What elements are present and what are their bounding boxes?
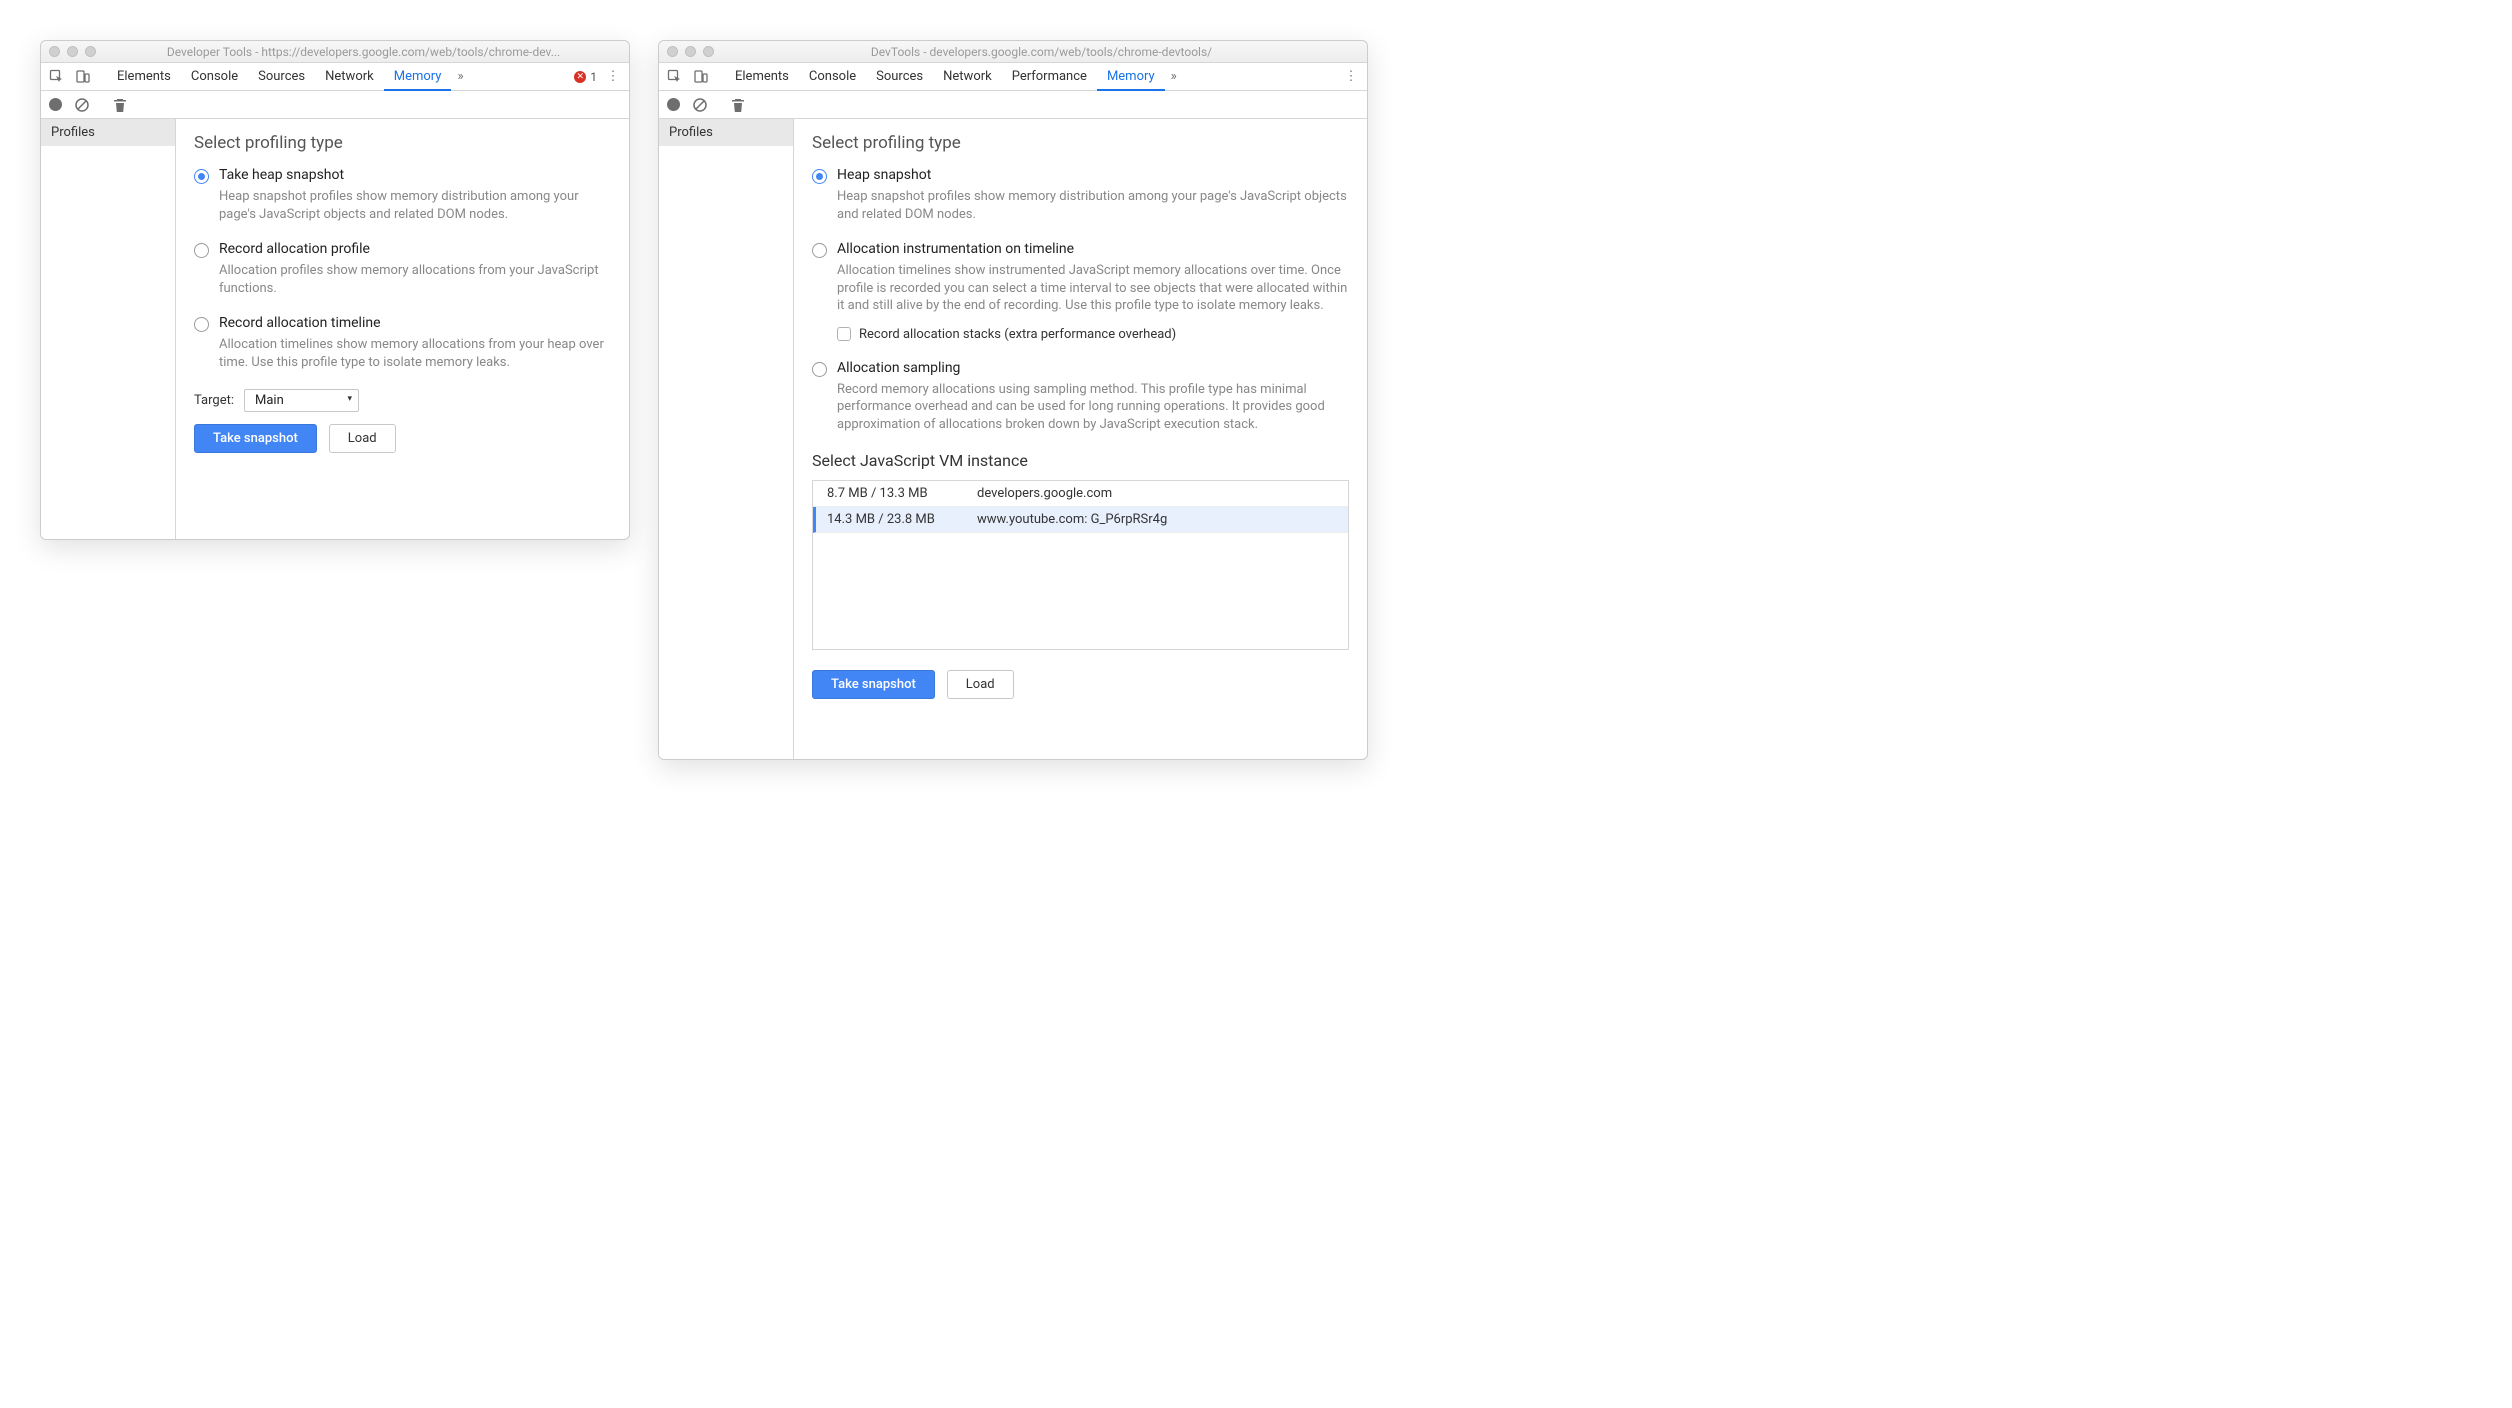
settings-menu-icon[interactable]: ⋮ xyxy=(603,69,623,84)
error-icon: ✕ xyxy=(574,71,586,83)
section-heading: Select profiling type xyxy=(194,133,611,153)
option-title: Heap snapshot xyxy=(837,167,931,183)
memory-toolbar xyxy=(41,91,629,119)
record-icon[interactable] xyxy=(667,98,680,111)
option-desc: Heap snapshot profiles show memory distr… xyxy=(219,188,611,223)
window-controls xyxy=(667,46,714,57)
tab-network[interactable]: Network xyxy=(933,63,1002,91)
radio-icon[interactable] xyxy=(812,362,827,377)
option-desc: Allocation profiles show memory allocati… xyxy=(219,262,611,297)
tab-console[interactable]: Console xyxy=(181,63,248,91)
zoom-dot[interactable] xyxy=(85,46,96,57)
tab-network[interactable]: Network xyxy=(315,63,384,91)
target-select[interactable]: Main xyxy=(244,389,359,412)
panel-tabs: Elements Console Sources Network Memory … xyxy=(41,63,629,91)
record-stacks-checkbox[interactable]: Record allocation stacks (extra performa… xyxy=(837,327,1349,342)
settings-menu-icon[interactable]: ⋮ xyxy=(1341,69,1361,84)
option-desc: Heap snapshot profiles show memory distr… xyxy=(837,188,1349,223)
device-icon[interactable] xyxy=(73,67,93,87)
minimize-dot[interactable] xyxy=(67,46,78,57)
radio-icon[interactable] xyxy=(812,243,827,258)
option-desc: Record memory allocations using sampling… xyxy=(837,381,1349,434)
sidebar: Profiles xyxy=(659,119,794,759)
take-snapshot-button[interactable]: Take snapshot xyxy=(194,424,317,453)
checkbox-icon[interactable] xyxy=(837,327,851,341)
radio-icon[interactable] xyxy=(194,243,209,258)
tab-list: Elements Console Sources Network Memory … xyxy=(107,63,568,91)
error-badge[interactable]: ✕ 1 xyxy=(574,70,597,84)
inspect-icon[interactable] xyxy=(47,67,67,87)
option-heap-snapshot[interactable]: Take heap snapshot Heap snapshot profile… xyxy=(194,167,611,223)
panel-tabs: Elements Console Sources Network Perform… xyxy=(659,63,1367,91)
close-dot[interactable] xyxy=(667,46,678,57)
close-dot[interactable] xyxy=(49,46,60,57)
vm-size: 8.7 MB / 13.3 MB xyxy=(827,486,977,501)
option-heap-snapshot[interactable]: Heap snapshot Heap snapshot profiles sho… xyxy=(812,167,1349,223)
device-icon[interactable] xyxy=(691,67,711,87)
sidebar-item-profiles[interactable]: Profiles xyxy=(41,119,175,146)
error-count: 1 xyxy=(590,70,597,84)
option-allocation-timeline[interactable]: Record allocation timeline Allocation ti… xyxy=(194,315,611,371)
option-desc: Allocation timelines show memory allocat… xyxy=(219,336,611,371)
main-panel: Select profiling type Take heap snapshot… xyxy=(176,119,629,539)
take-snapshot-button[interactable]: Take snapshot xyxy=(812,670,935,699)
tab-sources[interactable]: Sources xyxy=(866,63,933,91)
tab-elements[interactable]: Elements xyxy=(725,63,799,91)
tab-elements[interactable]: Elements xyxy=(107,63,181,91)
tab-memory[interactable]: Memory xyxy=(1097,63,1165,91)
radio-icon[interactable] xyxy=(812,169,827,184)
option-title: Allocation instrumentation on timeline xyxy=(837,241,1074,257)
sidebar-item-profiles[interactable]: Profiles xyxy=(659,119,793,146)
trash-icon[interactable] xyxy=(110,95,130,115)
option-title: Allocation sampling xyxy=(837,360,960,376)
window-title: DevTools - developers.google.com/web/too… xyxy=(724,45,1359,59)
tab-console[interactable]: Console xyxy=(799,63,866,91)
option-title: Record allocation timeline xyxy=(219,315,381,331)
option-desc: Allocation timelines show instrumented J… xyxy=(837,262,1349,315)
option-title: Take heap snapshot xyxy=(219,167,344,183)
devtools-window-right: DevTools - developers.google.com/web/too… xyxy=(658,40,1368,760)
vm-size: 14.3 MB / 23.8 MB xyxy=(827,512,977,527)
vm-name: www.youtube.com: G_P6rpRSr4g xyxy=(977,512,1167,527)
option-title: Record allocation profile xyxy=(219,241,370,257)
titlebar: Developer Tools - https://developers.goo… xyxy=(41,41,629,63)
sidebar: Profiles xyxy=(41,119,176,539)
zoom-dot[interactable] xyxy=(703,46,714,57)
window-controls xyxy=(49,46,96,57)
tab-memory[interactable]: Memory xyxy=(384,63,452,91)
window-title: Developer Tools - https://developers.goo… xyxy=(106,45,621,59)
titlebar: DevTools - developers.google.com/web/too… xyxy=(659,41,1367,63)
option-allocation-profile[interactable]: Record allocation profile Allocation pro… xyxy=(194,241,611,297)
vm-name: developers.google.com xyxy=(977,486,1112,501)
more-tabs-icon[interactable]: » xyxy=(451,67,469,87)
clear-icon[interactable] xyxy=(72,95,92,115)
main-panel: Select profiling type Heap snapshot Heap… xyxy=(794,119,1367,759)
record-icon[interactable] xyxy=(49,98,62,111)
checkbox-label: Record allocation stacks (extra performa… xyxy=(859,327,1176,342)
target-label: Target: xyxy=(194,393,234,408)
option-allocation-timeline[interactable]: Allocation instrumentation on timeline A… xyxy=(812,241,1349,342)
vm-instance-list: 8.7 MB / 13.3 MB developers.google.com 1… xyxy=(812,480,1349,650)
section-heading: Select profiling type xyxy=(812,133,1349,153)
inspect-icon[interactable] xyxy=(665,67,685,87)
vm-row[interactable]: 8.7 MB / 13.3 MB developers.google.com xyxy=(813,481,1348,507)
tab-sources[interactable]: Sources xyxy=(248,63,315,91)
tab-performance[interactable]: Performance xyxy=(1002,63,1097,91)
minimize-dot[interactable] xyxy=(685,46,696,57)
radio-icon[interactable] xyxy=(194,317,209,332)
devtools-window-left: Developer Tools - https://developers.goo… xyxy=(40,40,630,540)
load-button[interactable]: Load xyxy=(329,424,396,453)
clear-icon[interactable] xyxy=(690,95,710,115)
load-button[interactable]: Load xyxy=(947,670,1014,699)
option-allocation-sampling[interactable]: Allocation sampling Record memory alloca… xyxy=(812,360,1349,434)
more-tabs-icon[interactable]: » xyxy=(1165,67,1183,87)
memory-toolbar xyxy=(659,91,1367,119)
tab-list: Elements Console Sources Network Perform… xyxy=(725,63,1335,91)
vm-row[interactable]: 14.3 MB / 23.8 MB www.youtube.com: G_P6r… xyxy=(813,507,1348,533)
target-row: Target: Main xyxy=(194,389,611,412)
vm-heading: Select JavaScript VM instance xyxy=(812,451,1349,470)
trash-icon[interactable] xyxy=(728,95,748,115)
radio-icon[interactable] xyxy=(194,169,209,184)
